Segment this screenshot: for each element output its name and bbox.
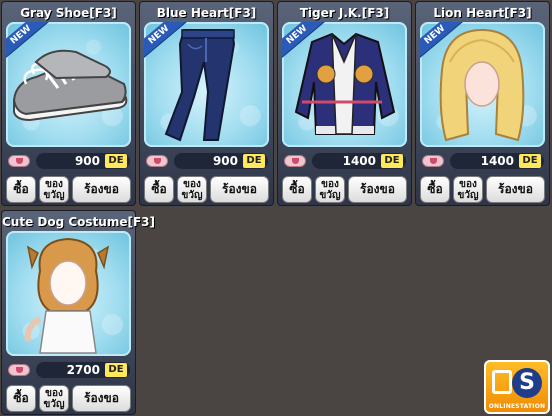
shop-item-card[interactable]: Cute Dog Costume[F3] 2700 DE ซื้อ ของขวั… xyxy=(1,210,156,415)
request-button[interactable]: ร้องขอ xyxy=(72,385,131,412)
price-box: 1400 DE xyxy=(450,153,544,169)
price-box: 900 DE xyxy=(36,153,130,169)
item-price: 900 xyxy=(74,154,100,168)
price-box: 1400 DE xyxy=(312,153,406,169)
item-price: 1400 xyxy=(342,154,376,168)
female-gender-icon xyxy=(146,155,168,167)
gift-button[interactable]: ของขวัญ xyxy=(315,176,345,203)
shop-item-card[interactable]: Tiger J.K.[F3] NEW 1400 DE ซื้อ ของขวัญ … xyxy=(277,1,412,206)
currency-badge: DE xyxy=(243,154,265,168)
shop-item-card[interactable]: Lion Heart[F3] NEW 1400 DE ซื้อ ของขวัญ … xyxy=(415,1,550,206)
price-box: 900 DE xyxy=(174,153,268,169)
currency-badge: DE xyxy=(105,154,127,168)
item-image[interactable]: NEW xyxy=(6,22,131,147)
shop-item-card[interactable]: Gray Shoe[F3] NEW 900 DE ซื้อ ของขวัญ ร้… xyxy=(1,1,136,206)
request-button[interactable]: ร้องขอ xyxy=(348,176,407,203)
buy-button[interactable]: ซื้อ xyxy=(6,176,36,203)
request-button[interactable]: ร้องขอ xyxy=(72,176,131,203)
shop-grid: Gray Shoe[F3] NEW 900 DE ซื้อ ของขวัญ ร้… xyxy=(0,0,552,416)
price-row: 900 DE xyxy=(144,152,269,170)
price-row: 900 DE xyxy=(6,152,131,170)
gift-button[interactable]: ของขวัญ xyxy=(177,176,207,203)
logo-letter: S xyxy=(512,368,542,398)
item-name: Blue Heart[F3] xyxy=(156,6,257,20)
logo-text: ONLINESTATION xyxy=(488,403,546,410)
female-gender-icon xyxy=(284,155,306,167)
price-row: 1400 DE xyxy=(420,152,545,170)
onlinestation-logo: S ONLINESTATION xyxy=(484,360,550,414)
gift-button[interactable]: ของขวัญ xyxy=(453,176,483,203)
currency-badge: DE xyxy=(381,154,403,168)
item-price: 900 xyxy=(212,154,238,168)
gift-button[interactable]: ของขวัญ xyxy=(39,176,69,203)
female-gender-icon xyxy=(8,364,30,376)
dog-costume-icon xyxy=(24,237,110,354)
item-name: Gray Shoe[F3] xyxy=(20,6,117,20)
buy-button[interactable]: ซื้อ xyxy=(282,176,312,203)
item-image[interactable] xyxy=(6,231,131,356)
item-name: Lion Heart[F3] xyxy=(433,6,532,20)
price-row: 2700 DE xyxy=(6,361,131,379)
buy-button[interactable]: ซื้อ xyxy=(144,176,174,203)
female-gender-icon xyxy=(8,155,30,167)
request-button[interactable]: ร้องขอ xyxy=(210,176,269,203)
item-image[interactable]: NEW xyxy=(144,22,269,147)
item-image[interactable]: NEW xyxy=(282,22,407,147)
female-gender-icon xyxy=(422,155,444,167)
currency-badge: DE xyxy=(519,154,541,168)
request-button[interactable]: ร้องขอ xyxy=(486,176,545,203)
buy-button[interactable]: ซื้อ xyxy=(420,176,450,203)
buy-button[interactable]: ซื้อ xyxy=(6,385,36,412)
logo-box-icon xyxy=(492,370,512,394)
item-price: 2700 xyxy=(66,363,100,377)
gift-button[interactable]: ของขวัญ xyxy=(39,385,69,412)
item-name: Cute Dog Costume[F3] xyxy=(2,215,156,229)
price-box: 2700 DE xyxy=(36,362,130,378)
item-image[interactable]: NEW xyxy=(420,22,545,147)
item-name: Tiger J.K.[F3] xyxy=(299,6,390,20)
shop-item-card[interactable]: Blue Heart[F3] NEW 900 DE ซื้อ ของขวัญ ร… xyxy=(139,1,274,206)
price-row: 1400 DE xyxy=(282,152,407,170)
currency-badge: DE xyxy=(105,363,127,377)
item-price: 1400 xyxy=(480,154,514,168)
